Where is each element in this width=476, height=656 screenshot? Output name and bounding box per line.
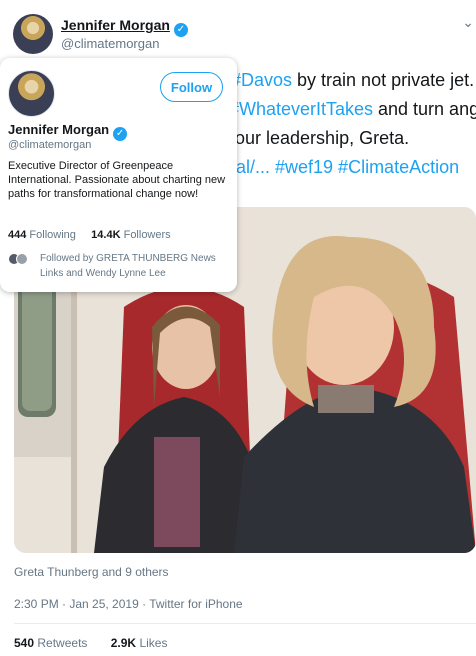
likes-label: Likes xyxy=(139,636,168,650)
author-avatar[interactable] xyxy=(13,14,53,54)
tweet-header: Jennifer Morgan ✓ @climatemorgan ⌄ xyxy=(0,0,476,60)
likes-count: 2.9K xyxy=(110,636,137,650)
retweets-count: 540 xyxy=(14,636,35,650)
following-stat[interactable]: 444 Following xyxy=(8,229,76,241)
likes-stat[interactable]: 2.9K Likes xyxy=(111,636,168,650)
followers-count: 14.4K xyxy=(91,229,121,241)
follower-avatar xyxy=(16,253,28,265)
following-count: 444 xyxy=(8,229,27,241)
tweet-url-and-hashtags-link[interactable]: al/... #wef19 #ClimateAction xyxy=(236,157,459,177)
follow-button[interactable]: Follow xyxy=(160,72,223,102)
followed-by-text[interactable]: Followed by GRETA THUNBERG News Links an… xyxy=(40,251,230,281)
followed-by-avatars xyxy=(8,253,32,265)
tweet-text-fragment: and turn anger xyxy=(378,99,476,119)
author-handle[interactable]: @climatemorgan xyxy=(61,36,159,51)
tweet-timestamp[interactable]: 2:30 PM · Jan 25, 2019 · Twitter for iPh… xyxy=(14,597,243,611)
hashtag-davos-link[interactable]: #Davos xyxy=(231,70,292,90)
hovercard-handle[interactable]: @climatemorgan xyxy=(8,139,91,151)
followers-label: Followers xyxy=(123,229,171,241)
hovercard-name[interactable]: Jennifer Morgan xyxy=(8,122,109,137)
followers-stat[interactable]: 14.4K Followers xyxy=(91,229,171,241)
verified-badge-icon: ✓ xyxy=(113,127,128,141)
hovercard-avatar[interactable] xyxy=(8,70,55,117)
tweet-stats: 540 Retweets 2.9K Likes xyxy=(14,636,187,650)
verified-badge-icon: ✓ xyxy=(173,23,188,37)
hovercard-counts: 444 Following 14.4K Followers xyxy=(8,229,171,241)
tweet-text-fragment: our leadership, Greta. xyxy=(235,128,410,148)
retweets-stat[interactable]: 540 Retweets xyxy=(14,636,87,650)
divider xyxy=(14,623,476,624)
profile-hovercard: Follow Jennifer Morgan ✓ @climatemorgan E… xyxy=(0,58,237,292)
photo-tagged-users[interactable]: Greta Thunberg and 9 others xyxy=(14,565,169,579)
chevron-down-icon[interactable]: ⌄ xyxy=(462,14,474,31)
hovercard-bio: Executive Director of Greenpeace Interna… xyxy=(8,160,226,200)
retweets-label: Retweets xyxy=(37,636,88,650)
following-label: Following xyxy=(29,229,76,241)
hashtag-whateverittakes-link[interactable]: #WhateverItTakes xyxy=(234,95,373,124)
author-name-line[interactable]: Jennifer Morgan ✓ xyxy=(61,17,188,37)
author-name[interactable]: Jennifer Morgan xyxy=(61,17,170,33)
tweet-text-fragment: by train not private jet. xyxy=(292,70,475,90)
